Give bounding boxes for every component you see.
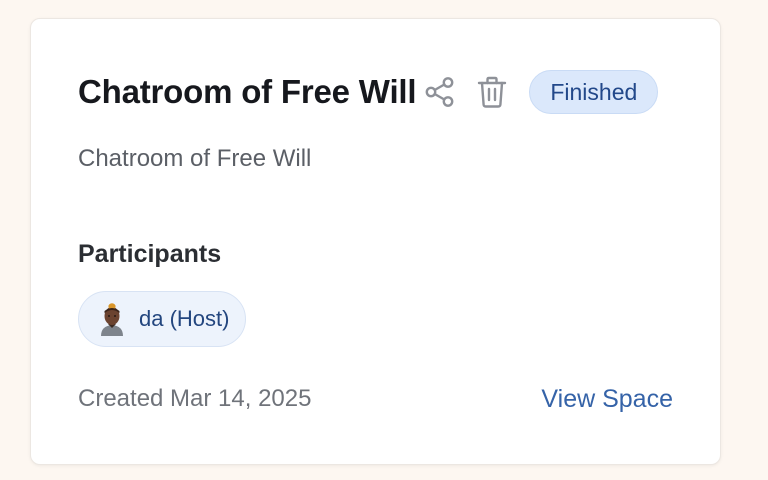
participant-name: da (Host) [139, 306, 230, 331]
participant-chip[interactable]: da (Host) [78, 291, 247, 347]
space-title: Chatroom of Free Will [78, 73, 417, 110]
participants-label: Participants [78, 240, 222, 268]
status-badge: Finished [529, 70, 659, 114]
created-date: Created Mar 14, 2025 [78, 385, 312, 412]
space-description: Chatroom of Free Will [78, 145, 312, 172]
avatar-icon [97, 302, 127, 336]
view-space-link[interactable]: View Space [541, 385, 673, 414]
trash-icon[interactable] [474, 74, 510, 110]
share-icon[interactable] [422, 74, 458, 110]
space-card: Chatroom of Free Will Finished Chatroom … [30, 18, 721, 465]
title-row: Chatroom of Free Will Finished [78, 69, 659, 115]
